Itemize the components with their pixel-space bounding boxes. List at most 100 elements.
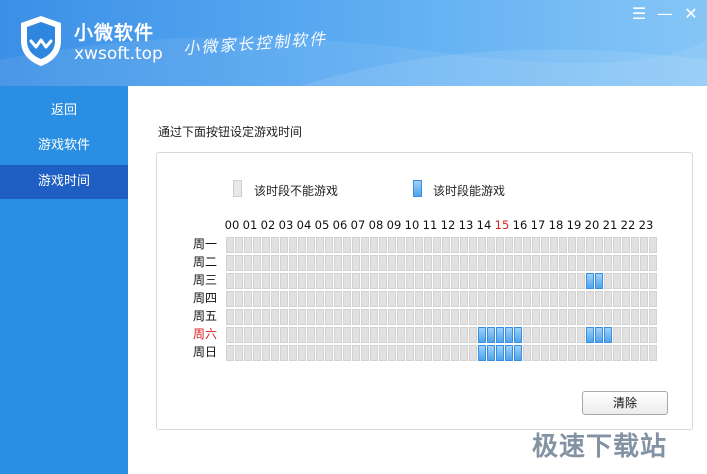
schedule-cell[interactable] [253, 273, 261, 289]
schedule-cell[interactable] [334, 309, 342, 325]
schedule-cell[interactable] [505, 291, 513, 307]
schedule-cell[interactable] [478, 345, 486, 361]
schedule-cell[interactable] [271, 291, 279, 307]
schedule-cell[interactable] [559, 273, 567, 289]
schedule-cell[interactable] [487, 273, 495, 289]
schedule-cell[interactable] [379, 309, 387, 325]
schedule-cell[interactable] [280, 291, 288, 307]
schedule-cell[interactable] [433, 273, 441, 289]
schedule-cell[interactable] [361, 309, 369, 325]
schedule-cell[interactable] [478, 291, 486, 307]
schedule-cell[interactable] [361, 237, 369, 253]
schedule-cell[interactable] [361, 345, 369, 361]
schedule-cell[interactable] [514, 309, 522, 325]
schedule-cell[interactable] [388, 345, 396, 361]
schedule-cell[interactable] [424, 327, 432, 343]
schedule-cell[interactable] [649, 327, 657, 343]
schedule-cell[interactable] [271, 255, 279, 271]
schedule-cell[interactable] [379, 327, 387, 343]
schedule-cell[interactable] [577, 237, 585, 253]
schedule-cell[interactable] [442, 327, 450, 343]
schedule-cell[interactable] [298, 327, 306, 343]
schedule-cell[interactable] [280, 273, 288, 289]
schedule-cell[interactable] [640, 327, 648, 343]
schedule-cell[interactable] [586, 255, 594, 271]
schedule-cell[interactable] [253, 255, 261, 271]
schedule-cell[interactable] [487, 255, 495, 271]
schedule-cell[interactable] [649, 255, 657, 271]
schedule-cell[interactable] [541, 345, 549, 361]
schedule-cell[interactable] [307, 291, 315, 307]
schedule-cell[interactable] [235, 327, 243, 343]
schedule-cell[interactable] [361, 327, 369, 343]
schedule-cell[interactable] [226, 309, 234, 325]
schedule-cell[interactable] [433, 345, 441, 361]
schedule-cell[interactable] [460, 273, 468, 289]
schedule-cell[interactable] [253, 309, 261, 325]
schedule-cell[interactable] [352, 273, 360, 289]
schedule-cell[interactable] [406, 327, 414, 343]
schedule-cell[interactable] [631, 345, 639, 361]
schedule-cell[interactable] [424, 291, 432, 307]
schedule-cell[interactable] [361, 291, 369, 307]
schedule-cell[interactable] [325, 237, 333, 253]
menu-icon[interactable]: ☰ [628, 4, 650, 24]
schedule-cell[interactable] [289, 309, 297, 325]
schedule-cell[interactable] [505, 345, 513, 361]
schedule-cell[interactable] [568, 237, 576, 253]
schedule-cell[interactable] [334, 291, 342, 307]
schedule-cell[interactable] [406, 309, 414, 325]
schedule-cell[interactable] [325, 255, 333, 271]
schedule-cell[interactable] [244, 255, 252, 271]
schedule-cell[interactable] [379, 345, 387, 361]
schedule-cell[interactable] [577, 273, 585, 289]
schedule-cell[interactable] [505, 255, 513, 271]
schedule-cell[interactable] [415, 345, 423, 361]
schedule-cell[interactable] [595, 309, 603, 325]
schedule-cell[interactable] [406, 255, 414, 271]
schedule-cell[interactable] [442, 255, 450, 271]
schedule-cell[interactable] [505, 273, 513, 289]
schedule-cell[interactable] [253, 327, 261, 343]
schedule-cell[interactable] [424, 309, 432, 325]
schedule-cell[interactable] [424, 237, 432, 253]
schedule-cell[interactable] [541, 309, 549, 325]
schedule-cell[interactable] [370, 327, 378, 343]
schedule-cell[interactable] [397, 255, 405, 271]
schedule-cell[interactable] [514, 237, 522, 253]
schedule-cell[interactable] [604, 327, 612, 343]
schedule-cell[interactable] [388, 327, 396, 343]
schedule-cell[interactable] [442, 309, 450, 325]
schedule-cell[interactable] [370, 309, 378, 325]
schedule-cell[interactable] [289, 345, 297, 361]
schedule-cell[interactable] [415, 309, 423, 325]
schedule-cell[interactable] [235, 309, 243, 325]
schedule-cell[interactable] [595, 345, 603, 361]
close-icon[interactable]: ✕ [680, 4, 702, 24]
schedule-cell[interactable] [559, 291, 567, 307]
schedule-cell[interactable] [469, 255, 477, 271]
schedule-cell[interactable] [541, 291, 549, 307]
schedule-cell[interactable] [595, 255, 603, 271]
schedule-cell[interactable] [622, 255, 630, 271]
schedule-cell[interactable] [235, 345, 243, 361]
schedule-cell[interactable] [244, 237, 252, 253]
schedule-cell[interactable] [514, 291, 522, 307]
schedule-cell[interactable] [604, 255, 612, 271]
schedule-cell[interactable] [478, 327, 486, 343]
schedule-cell[interactable] [262, 255, 270, 271]
schedule-cell[interactable] [523, 237, 531, 253]
schedule-cell[interactable] [487, 327, 495, 343]
schedule-cell[interactable] [370, 237, 378, 253]
schedule-cell[interactable] [235, 237, 243, 253]
schedule-cell[interactable] [307, 255, 315, 271]
schedule-cell[interactable] [460, 291, 468, 307]
schedule-cell[interactable] [541, 237, 549, 253]
schedule-cell[interactable] [262, 345, 270, 361]
schedule-cell[interactable] [559, 255, 567, 271]
schedule-cell[interactable] [334, 327, 342, 343]
schedule-cell[interactable] [496, 327, 504, 343]
schedule-cell[interactable] [325, 327, 333, 343]
schedule-cell[interactable] [244, 327, 252, 343]
schedule-cell[interactable] [289, 273, 297, 289]
